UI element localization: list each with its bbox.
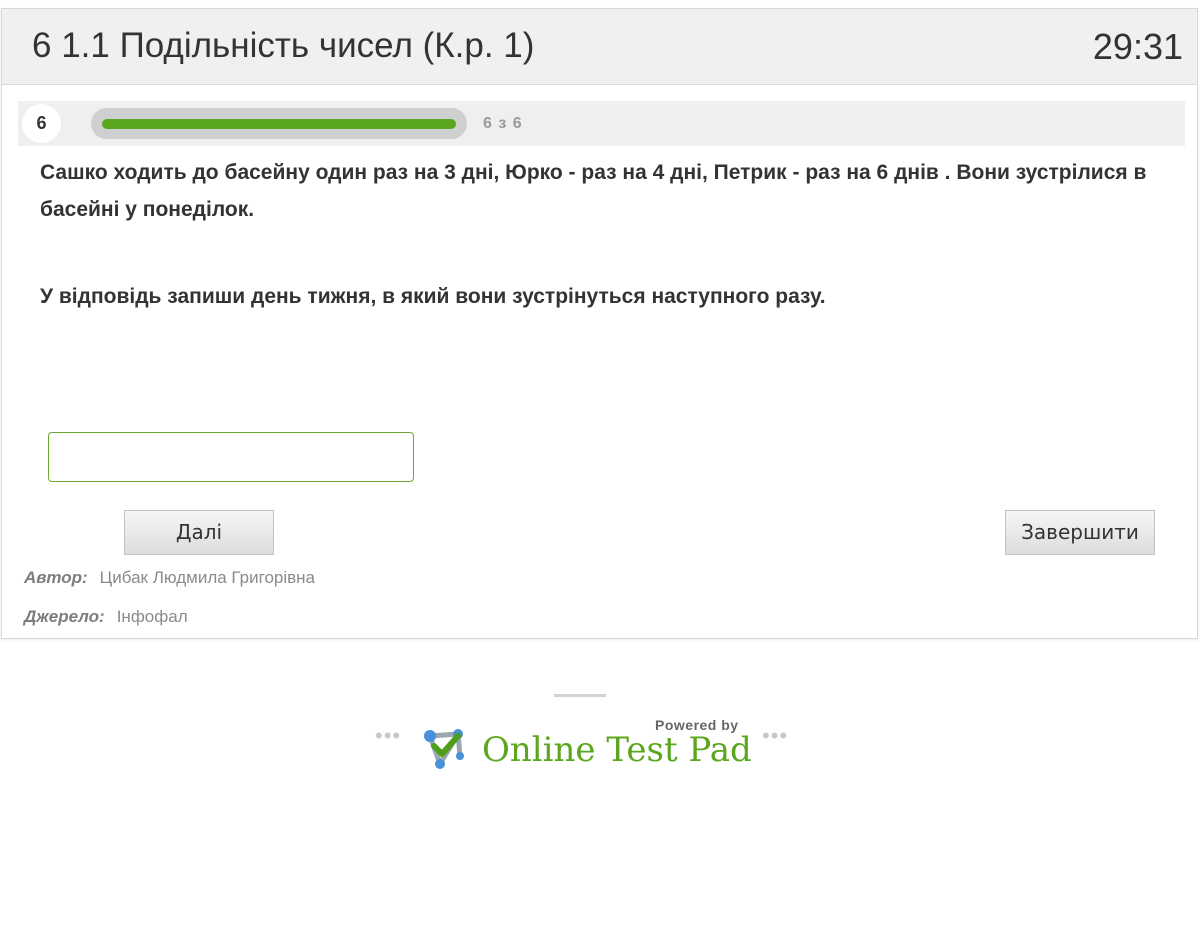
source-line: Джерело: Інфофал: [24, 607, 188, 627]
test-card: 6 1.1 Подільність чисел (К.р. 1) 29:31 6…: [1, 8, 1198, 639]
test-title: 6 1.1 Подільність чисел (К.р. 1): [32, 26, 535, 65]
footer-dots-right: •••: [762, 723, 789, 748]
progress-bar: [91, 108, 467, 139]
progress-row: 6 6 з 6: [18, 101, 1185, 146]
footer-dots-left: •••: [375, 723, 402, 748]
answer-input[interactable]: [48, 432, 414, 482]
source-label: Джерело:: [24, 607, 105, 626]
countdown-timer: 29:31: [1092, 26, 1183, 67]
progress-counter: 6 з 6: [483, 115, 523, 132]
author-label: Автор:: [24, 568, 88, 587]
author-line: Автор: Цибак Людмила Григорівна: [24, 568, 315, 588]
next-button[interactable]: Далі: [124, 510, 274, 555]
finish-button[interactable]: Завершити: [1005, 510, 1155, 555]
online-test-pad-logo-icon[interactable]: [420, 722, 470, 770]
source-value: Інфофал: [116, 607, 188, 626]
question-number-badge: 6: [22, 104, 61, 143]
footer-divider: [554, 694, 606, 697]
test-header: 6 1.1 Подільність чисел (К.р. 1) 29:31: [2, 9, 1197, 85]
question-instruction: У відповідь запиши день тижня, в який во…: [40, 285, 826, 308]
question-text: Сашко ходить до басейну один раз на 3 дн…: [40, 154, 1150, 315]
author-value: Цибак Людмила Григорівна: [99, 568, 316, 587]
brand-link[interactable]: Online Test Pad: [482, 730, 752, 770]
question-paragraph: Сашко ходить до басейну один раз на 3 дн…: [40, 161, 1147, 221]
progress-bar-fill: [102, 119, 456, 129]
